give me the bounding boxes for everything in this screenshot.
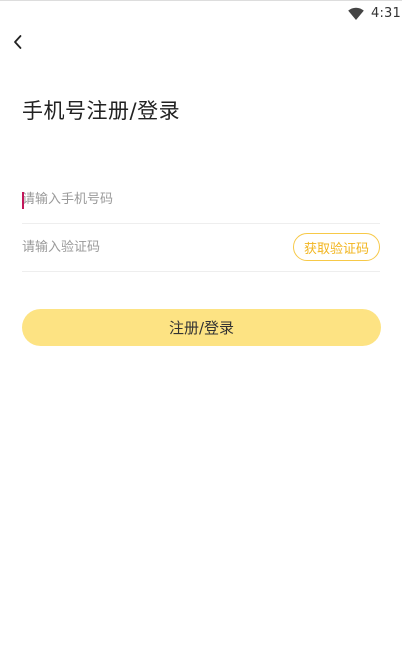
register-login-button[interactable]: 注册/登录 — [22, 309, 381, 346]
text-caret — [22, 192, 24, 209]
status-time: 4:31 — [371, 6, 401, 21]
code-field-row: 获取验证码 — [22, 224, 380, 272]
chevron-left-icon — [14, 35, 22, 49]
page-title: 手机号注册/登录 — [22, 99, 181, 123]
get-code-button[interactable]: 获取验证码 — [293, 233, 380, 261]
phone-field-row — [22, 176, 380, 224]
back-button[interactable] — [6, 30, 30, 54]
wifi-icon — [348, 7, 364, 20]
phone-input[interactable] — [22, 176, 380, 223]
verification-code-input[interactable] — [22, 224, 282, 271]
status-bar: 4:31 — [0, 0, 402, 26]
login-screen: 4:31 手机号注册/登录 获取验证码 注册/登录 — [0, 0, 402, 661]
